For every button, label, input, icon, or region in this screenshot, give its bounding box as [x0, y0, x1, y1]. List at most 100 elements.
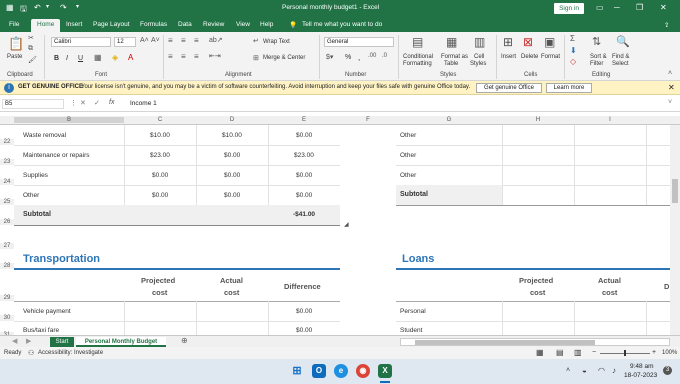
align-top-icon[interactable]: ≡: [168, 36, 173, 45]
tab-view[interactable]: View: [236, 21, 250, 28]
loan-label[interactable]: Student: [400, 327, 422, 334]
transport-difference[interactable]: $0.00: [296, 327, 312, 334]
autosum-icon[interactable]: Σ: [570, 34, 575, 43]
currency-icon[interactable]: $▾: [326, 53, 333, 61]
zoom-level[interactable]: 100%: [662, 350, 677, 356]
wrap-text-icon[interactable]: ↵: [253, 37, 259, 45]
get-genuine-office-button[interactable]: Get genuine Office: [476, 83, 542, 93]
projected-cost[interactable]: $10.00: [150, 132, 170, 139]
comma-button[interactable]: ,: [358, 53, 360, 62]
subtotal-label[interactable]: Subtotal: [23, 211, 51, 218]
zoom-out-icon[interactable]: −: [592, 349, 596, 356]
outlook-icon[interactable]: O: [312, 364, 326, 378]
horizontal-scrollbar[interactable]: [400, 338, 670, 346]
sort-filter-icon[interactable]: ⇅: [592, 35, 601, 48]
notification-badge[interactable]: 3: [663, 366, 672, 375]
difference[interactable]: $0.00: [296, 132, 312, 139]
column-header-b[interactable]: B: [14, 117, 124, 123]
align-bottom-icon[interactable]: ≡: [194, 36, 199, 45]
row-header[interactable]: 24: [0, 179, 14, 185]
align-middle-icon[interactable]: ≡: [181, 36, 186, 45]
expense-label[interactable]: Other: [23, 192, 39, 199]
insert-cells-icon[interactable]: ⊞: [503, 35, 513, 49]
tell-me-input[interactable]: Tell me what you want to do: [302, 21, 382, 28]
confirm-entry-icon[interactable]: ✓: [94, 99, 100, 107]
font-size-select[interactable]: 12: [114, 37, 136, 47]
tab-formulas[interactable]: Formulas: [140, 21, 167, 28]
format-cells-button[interactable]: Format: [541, 54, 560, 60]
column-header-f[interactable]: F: [340, 117, 396, 123]
expense-label[interactable]: Supplies: [23, 172, 48, 179]
cell-styles-icon[interactable]: ▥: [474, 35, 485, 49]
decrease-font-icon[interactable]: A˅: [151, 37, 160, 44]
indent-icon[interactable]: ⇤⇥: [209, 52, 221, 60]
actual-cost[interactable]: $0.00: [224, 172, 240, 179]
find-select-button[interactable]: Find &: [612, 54, 629, 60]
expense-label[interactable]: Maintenance or repairs: [23, 152, 89, 159]
cell-styles-button[interactable]: Cell: [474, 54, 484, 60]
transport-label[interactable]: Vehicle payment: [23, 308, 71, 315]
paste-icon[interactable]: 📋: [8, 36, 24, 52]
delete-cells-button[interactable]: Delete: [521, 54, 538, 60]
excel-taskbar-icon[interactable]: X: [378, 364, 392, 378]
row-header[interactable]: 26: [0, 219, 14, 225]
increase-decimal-icon[interactable]: .00: [368, 53, 376, 59]
collapse-ribbon-icon[interactable]: ˄: [668, 70, 672, 77]
expense-label[interactable]: Waste removal: [23, 132, 66, 139]
paste-label[interactable]: Paste: [7, 54, 22, 60]
find-select-icon[interactable]: 🔍: [616, 35, 630, 48]
edge-icon[interactable]: e: [334, 364, 348, 378]
align-center-icon[interactable]: ≡: [181, 52, 186, 61]
sign-in-button[interactable]: Sign in: [554, 3, 584, 14]
formula-input[interactable]: Income 1: [130, 100, 157, 107]
tab-home[interactable]: Home: [31, 19, 61, 32]
borders-icon[interactable]: ▦: [94, 53, 102, 62]
conditional-formatting-icon[interactable]: ▤: [412, 35, 423, 49]
loans-difference-header[interactable]: D: [664, 282, 669, 291]
actual-header[interactable]: Actual: [220, 276, 243, 285]
decrease-decimal-icon[interactable]: .0: [382, 53, 387, 59]
insert-cells-button[interactable]: Insert: [501, 54, 516, 60]
page-break-view-icon[interactable]: ▥: [574, 348, 582, 357]
delete-cells-icon[interactable]: ⊠: [523, 35, 533, 49]
format-painter-icon[interactable]: 🖌: [28, 56, 37, 64]
close-icon[interactable]: ✕: [660, 3, 667, 12]
insert-function-icon[interactable]: fx: [109, 99, 114, 106]
orientation-icon[interactable]: ab↗: [209, 36, 223, 44]
sheet-tab-start[interactable]: Start: [50, 337, 74, 347]
italic-button[interactable]: I: [66, 55, 68, 62]
vertical-scrollbar[interactable]: [670, 125, 680, 335]
column-header-i[interactable]: I: [574, 117, 646, 123]
tab-insert[interactable]: Insert: [66, 21, 82, 28]
name-box[interactable]: B5: [2, 99, 64, 109]
column-header-c[interactable]: C: [124, 117, 196, 123]
subtotal-right-label[interactable]: Subtotal: [400, 191, 428, 198]
fill-color-icon[interactable]: ◈: [112, 53, 118, 62]
tab-file[interactable]: File: [9, 21, 19, 28]
wrap-text-button[interactable]: Wrap Text: [263, 39, 290, 45]
difference-header[interactable]: Difference: [284, 282, 321, 291]
customize-qat-icon[interactable]: ▾: [76, 3, 79, 10]
actual-cost[interactable]: $0.00: [224, 152, 240, 159]
save-icon[interactable]: 🖫: [20, 3, 27, 17]
bold-button[interactable]: B: [54, 55, 59, 62]
normal-view-icon[interactable]: ▦: [536, 348, 544, 357]
wifi-icon[interactable]: ◠: [598, 366, 605, 375]
tab-data[interactable]: Data: [178, 21, 192, 28]
projected-cost[interactable]: $0.00: [152, 192, 168, 199]
redo-icon[interactable]: ↷: [60, 3, 67, 12]
format-cells-icon[interactable]: ▣: [544, 35, 555, 49]
page-layout-view-icon[interactable]: ▤: [556, 348, 564, 357]
format-as-table-icon[interactable]: ▦: [446, 35, 457, 49]
column-header-g[interactable]: G: [396, 117, 502, 123]
percent-button[interactable]: %: [345, 54, 351, 61]
transportation-title[interactable]: Transportation: [23, 253, 100, 265]
vertical-scroll-thumb[interactable]: [672, 179, 678, 203]
row-header[interactable]: 27: [0, 243, 14, 249]
row-header[interactable]: 28: [0, 263, 14, 269]
align-left-icon[interactable]: ≡: [168, 52, 173, 61]
copy-icon[interactable]: ⧉: [28, 45, 33, 53]
projected-header[interactable]: Projected: [141, 276, 175, 285]
maximize-icon[interactable]: ❐: [636, 3, 643, 12]
scroll-sheets-right-icon[interactable]: ▶: [26, 337, 31, 345]
